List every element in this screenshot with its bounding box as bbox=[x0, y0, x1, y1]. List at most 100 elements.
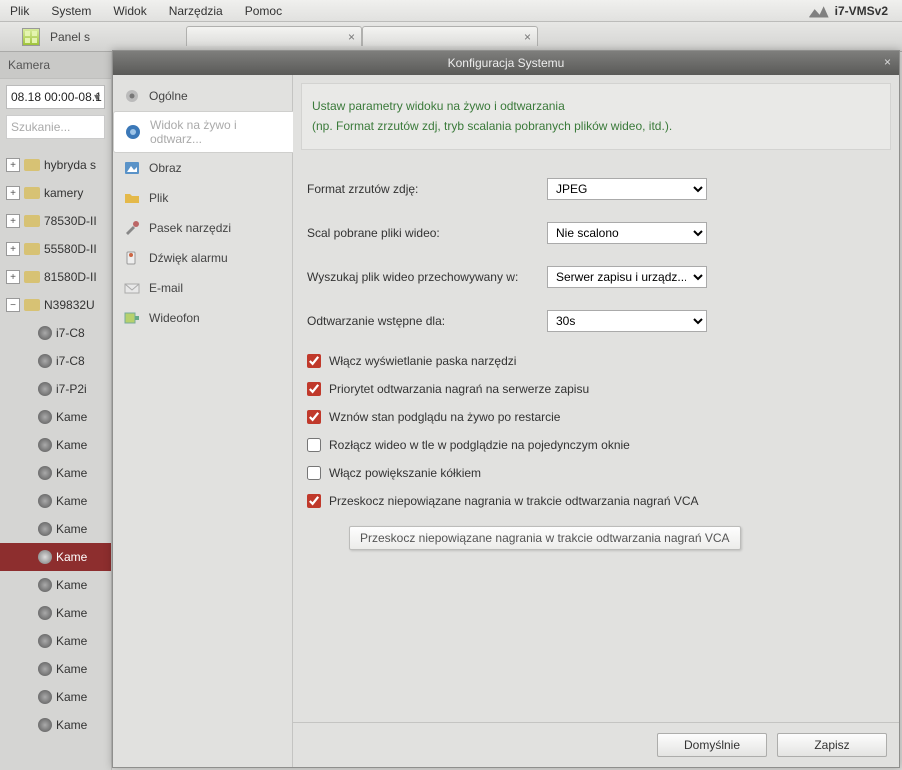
collapse-icon[interactable]: − bbox=[6, 298, 20, 312]
tree-label: Kame bbox=[56, 494, 87, 508]
tree-label: Kame bbox=[56, 662, 87, 676]
grid-view-icon[interactable] bbox=[22, 28, 40, 46]
nav-alarm-sound[interactable]: Dźwięk alarmu bbox=[113, 243, 292, 273]
tree-node[interactable]: +55580D-II bbox=[0, 235, 111, 263]
camera-node[interactable]: Kame bbox=[0, 711, 111, 739]
expand-icon[interactable]: + bbox=[6, 242, 20, 256]
close-icon[interactable]: × bbox=[524, 30, 531, 44]
camera-icon bbox=[38, 354, 52, 368]
menu-file[interactable]: Plik bbox=[10, 4, 29, 18]
checkbox-wheel-zoom[interactable]: Włącz powiększanie kółkiem bbox=[307, 466, 891, 480]
camera-node[interactable]: Kame bbox=[0, 683, 111, 711]
tree-label: 78530D-II bbox=[44, 214, 97, 228]
camera-icon bbox=[38, 522, 52, 536]
nav-live-playback[interactable]: Widok na żywo i odtwarz... bbox=[113, 111, 293, 153]
checkbox-label: Włącz powiększanie kółkiem bbox=[329, 466, 481, 480]
checkbox-toolbar-display[interactable]: Włącz wyświetlanie paska narzędzi bbox=[307, 354, 891, 368]
camera-icon bbox=[38, 382, 52, 396]
select-merge[interactable]: Nie scalono bbox=[547, 222, 707, 244]
tree-node[interactable]: + kamery bbox=[0, 179, 111, 207]
search-input[interactable]: Szukanie... bbox=[6, 115, 105, 139]
tree-node[interactable]: +81580D-II bbox=[0, 263, 111, 291]
menu-system[interactable]: System bbox=[51, 4, 91, 18]
camera-node[interactable]: Kame bbox=[0, 459, 111, 487]
checkbox-label: Wznów stan podglądu na żywo po restarcie bbox=[329, 410, 560, 424]
camera-icon bbox=[38, 550, 52, 564]
checkbox-input[interactable] bbox=[307, 494, 321, 508]
expand-icon[interactable]: + bbox=[6, 158, 20, 172]
menu-view[interactable]: Widok bbox=[113, 4, 146, 18]
tabstrip: × × bbox=[186, 26, 538, 50]
save-button[interactable]: Zapisz bbox=[777, 733, 887, 757]
nav-label: Dźwięk alarmu bbox=[149, 251, 228, 265]
checkbox-input[interactable] bbox=[307, 410, 321, 424]
default-button[interactable]: Domyślnie bbox=[657, 733, 767, 757]
tree-node[interactable]: +hybryda s bbox=[0, 151, 111, 179]
checkbox-resume-live[interactable]: Wznów stan podglądu na żywo po restarcie bbox=[307, 410, 891, 424]
nav-label: Wideofon bbox=[149, 311, 200, 325]
checkbox-input[interactable] bbox=[307, 438, 321, 452]
device-tree: +hybryda s + kamery +78530D-II +55580D-II… bbox=[0, 145, 111, 745]
camera-node[interactable]: Kame bbox=[0, 515, 111, 543]
camera-icon bbox=[38, 606, 52, 620]
select-search-video[interactable]: Serwer zapisu i urządz... bbox=[547, 266, 707, 288]
close-icon[interactable]: × bbox=[348, 30, 355, 44]
camera-node[interactable]: i7-C8 bbox=[0, 347, 111, 375]
camera-icon bbox=[38, 410, 52, 424]
checkbox-skip-vca[interactable]: Przeskocz niepowiązane nagrania w trakci… bbox=[307, 494, 891, 508]
nav-videophone[interactable]: Wideofon bbox=[113, 303, 292, 333]
checkbox-label: Włącz wyświetlanie paska narzędzi bbox=[329, 354, 516, 368]
nav-image[interactable]: Obraz bbox=[113, 153, 292, 183]
nav-general[interactable]: Ogólne bbox=[113, 81, 292, 111]
tree-label: Kame bbox=[56, 606, 87, 620]
dialog-title: Konfiguracja Systemu bbox=[448, 56, 565, 70]
expand-icon[interactable]: + bbox=[6, 270, 20, 284]
camera-node[interactable]: Kame bbox=[0, 571, 111, 599]
camera-node[interactable]: i7-C8 bbox=[0, 319, 111, 347]
tree-label: Kame bbox=[56, 466, 87, 480]
tree-node-open[interactable]: −N39832U bbox=[0, 291, 111, 319]
camera-node[interactable]: Kame bbox=[0, 403, 111, 431]
tab[interactable]: × bbox=[362, 26, 538, 46]
info-line-1: Ustaw parametry widoku na żywo i odtwarz… bbox=[312, 96, 880, 116]
menu-help[interactable]: Pomoc bbox=[245, 4, 282, 18]
tab[interactable]: × bbox=[186, 26, 362, 46]
folder-icon bbox=[24, 243, 40, 255]
menu-tools[interactable]: Narzędzia bbox=[169, 4, 223, 18]
camera-icon bbox=[38, 690, 52, 704]
select-format[interactable]: JPEG bbox=[547, 178, 707, 200]
camera-node[interactable]: Kame bbox=[0, 627, 111, 655]
nav-label: Plik bbox=[149, 191, 168, 205]
camera-node[interactable]: Kame bbox=[0, 431, 111, 459]
checkbox-input[interactable] bbox=[307, 382, 321, 396]
nav-email[interactable]: E-mail bbox=[113, 273, 292, 303]
camera-node[interactable]: i7-P2i bbox=[0, 375, 111, 403]
camera-node[interactable]: Kame bbox=[0, 487, 111, 515]
select-preplay[interactable]: 30s bbox=[547, 310, 707, 332]
tree-label: Kame bbox=[56, 410, 87, 424]
camera-icon bbox=[38, 634, 52, 648]
expand-icon[interactable]: + bbox=[6, 186, 20, 200]
camera-node-selected[interactable]: Kame bbox=[0, 543, 111, 571]
checkbox-input[interactable] bbox=[307, 466, 321, 480]
camera-node[interactable]: Kame bbox=[0, 599, 111, 627]
dialog-nav: Ogólne Widok na żywo i odtwarz... Obraz … bbox=[113, 75, 293, 767]
nav-toolbar[interactable]: Pasek narzędzi bbox=[113, 213, 292, 243]
camera-icon bbox=[38, 718, 52, 732]
brand-label: i7-VMSv2 bbox=[835, 4, 888, 18]
dialog-titlebar[interactable]: Konfiguracja Systemu × bbox=[113, 51, 899, 75]
camera-node[interactable]: Kame bbox=[0, 655, 111, 683]
folder-icon bbox=[24, 299, 40, 311]
date-range-picker[interactable]: 08.18 00:00-08.1 bbox=[6, 85, 105, 109]
tree-label: Kame bbox=[56, 438, 87, 452]
tree-label: Kame bbox=[56, 690, 87, 704]
checkbox-playback-priority[interactable]: Priorytet odtwarzania nagrań na serwerze… bbox=[307, 382, 891, 396]
camera-icon bbox=[38, 438, 52, 452]
tree-node[interactable]: +78530D-II bbox=[0, 207, 111, 235]
nav-file[interactable]: Plik bbox=[113, 183, 292, 213]
checkbox-input[interactable] bbox=[307, 354, 321, 368]
checkbox-disconnect-bg[interactable]: Rozłącz wideo w tle w podglądzie na poje… bbox=[307, 438, 891, 452]
expand-icon[interactable]: + bbox=[6, 214, 20, 228]
tree-label: kamery bbox=[44, 186, 83, 200]
close-icon[interactable]: × bbox=[884, 55, 891, 69]
